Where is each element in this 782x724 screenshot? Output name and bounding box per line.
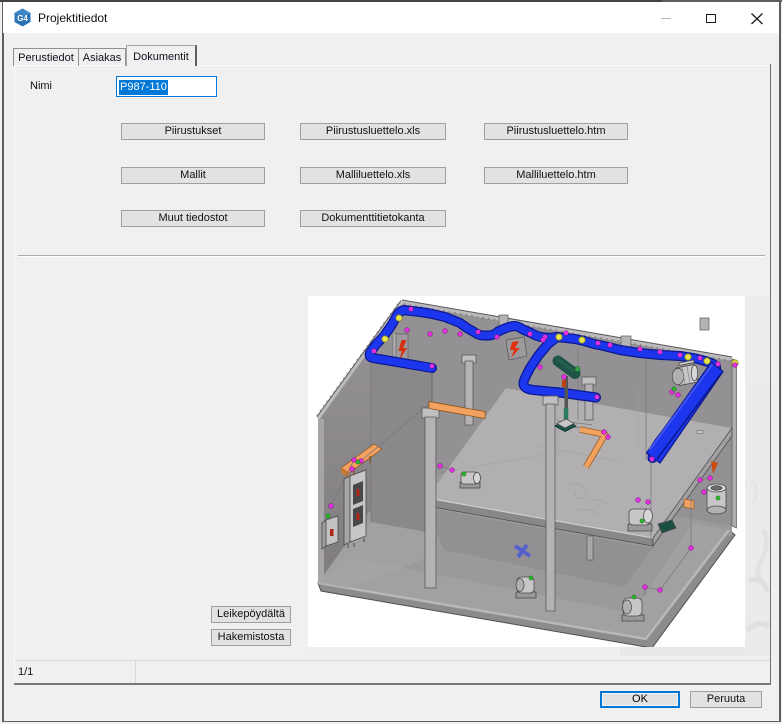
svg-text:G4: G4 — [17, 14, 28, 23]
